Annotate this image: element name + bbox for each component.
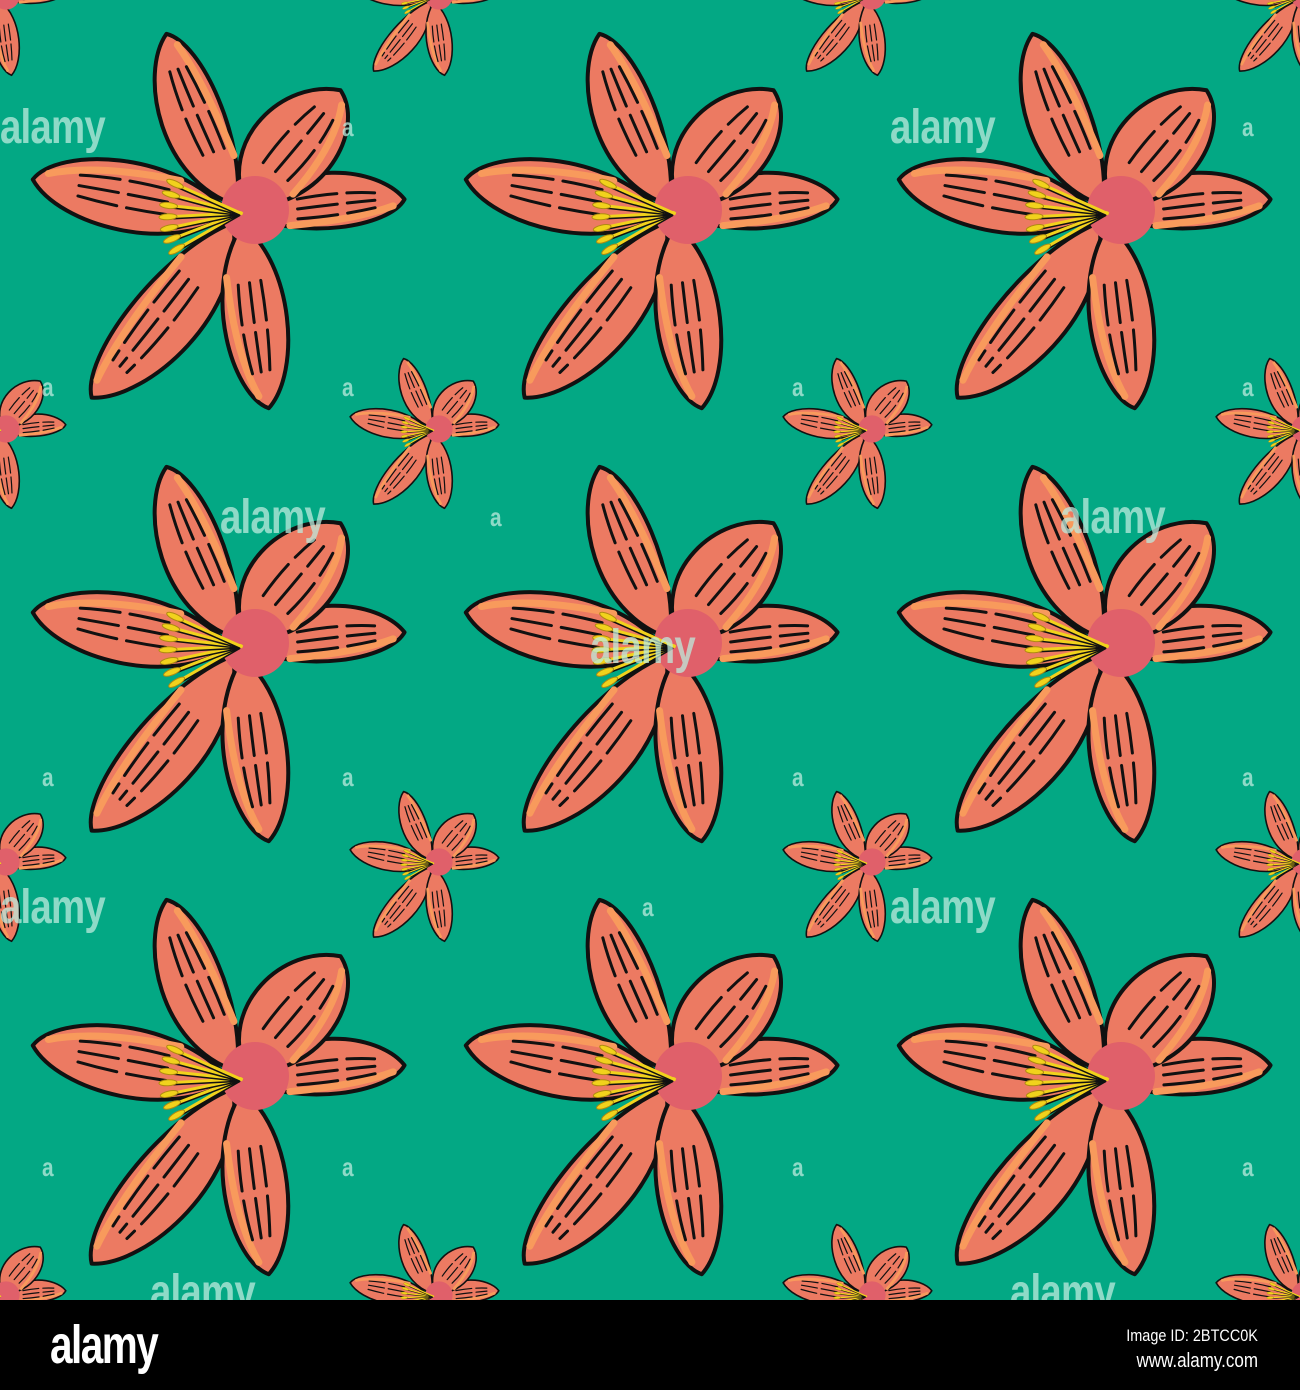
lily-flower-large xyxy=(28,458,406,856)
watermark-mark: a xyxy=(490,502,502,532)
site-url[interactable]: www.alamy.com xyxy=(1136,1350,1258,1373)
footer-bar: alamy Image ID: 2BTCC0K www.alamy.com xyxy=(0,1300,1300,1390)
lily-flower-small xyxy=(1212,1219,1300,1300)
lily-flower-small xyxy=(779,0,934,83)
lily-flower-small xyxy=(346,353,501,516)
lily-flower-large xyxy=(894,891,1272,1289)
watermark-text: alamy xyxy=(1060,491,1166,544)
lily-flower-small xyxy=(1212,353,1300,516)
lily-flower-small xyxy=(779,353,934,516)
watermark-text: alamy xyxy=(0,101,106,154)
watermark-mark: a xyxy=(1242,762,1254,792)
watermark-mark: a xyxy=(1242,112,1254,142)
watermark-text: alamy xyxy=(220,491,326,544)
watermark-mark: a xyxy=(42,1152,54,1182)
watermark-mark: a xyxy=(342,762,354,792)
watermark-text: alamy xyxy=(1010,1266,1116,1300)
watermark-mark: a xyxy=(1242,1152,1254,1182)
lily-flower-large xyxy=(461,25,839,423)
watermark-text: alamy xyxy=(890,101,996,154)
watermark-text: alamy xyxy=(150,1266,256,1300)
watermark-mark: a xyxy=(792,1152,804,1182)
alamy-logo[interactable]: alamy xyxy=(50,1314,159,1376)
lily-flower-small xyxy=(0,0,68,83)
watermark-text: alamy xyxy=(890,881,996,934)
lily-flower-small xyxy=(346,1219,501,1300)
lily-flower-small xyxy=(0,353,68,516)
watermark-mark: a xyxy=(642,892,654,922)
lily-flower-small xyxy=(346,0,501,83)
image-id: Image ID: 2BTCC0K xyxy=(1126,1326,1258,1345)
lily-flower-small xyxy=(0,1219,68,1300)
watermark-mark: a xyxy=(42,372,54,402)
watermark-mark: a xyxy=(342,112,354,142)
lily-flower-small xyxy=(1212,0,1300,83)
watermark-mark: a xyxy=(792,762,804,792)
lily-flower-large xyxy=(894,25,1272,423)
watermark-mark: a xyxy=(792,372,804,402)
watermark-text: alamy xyxy=(0,881,106,934)
watermark-mark: a xyxy=(342,1152,354,1182)
watermark-text: alamy xyxy=(590,621,696,674)
watermark-mark: a xyxy=(1242,372,1254,402)
lily-flower-small xyxy=(346,786,501,949)
flower-pattern: alamy alamy alamy alamy alamy alamy alamy alamy… xyxy=(0,0,1300,1300)
lily-flower-large xyxy=(28,25,406,423)
watermark-mark: a xyxy=(342,372,354,402)
lily-flower-large xyxy=(28,891,406,1289)
lily-flower-small xyxy=(1212,786,1300,949)
lily-flower-large xyxy=(461,891,839,1289)
watermark-mark: a xyxy=(42,762,54,792)
lily-flower-small xyxy=(779,1219,934,1300)
